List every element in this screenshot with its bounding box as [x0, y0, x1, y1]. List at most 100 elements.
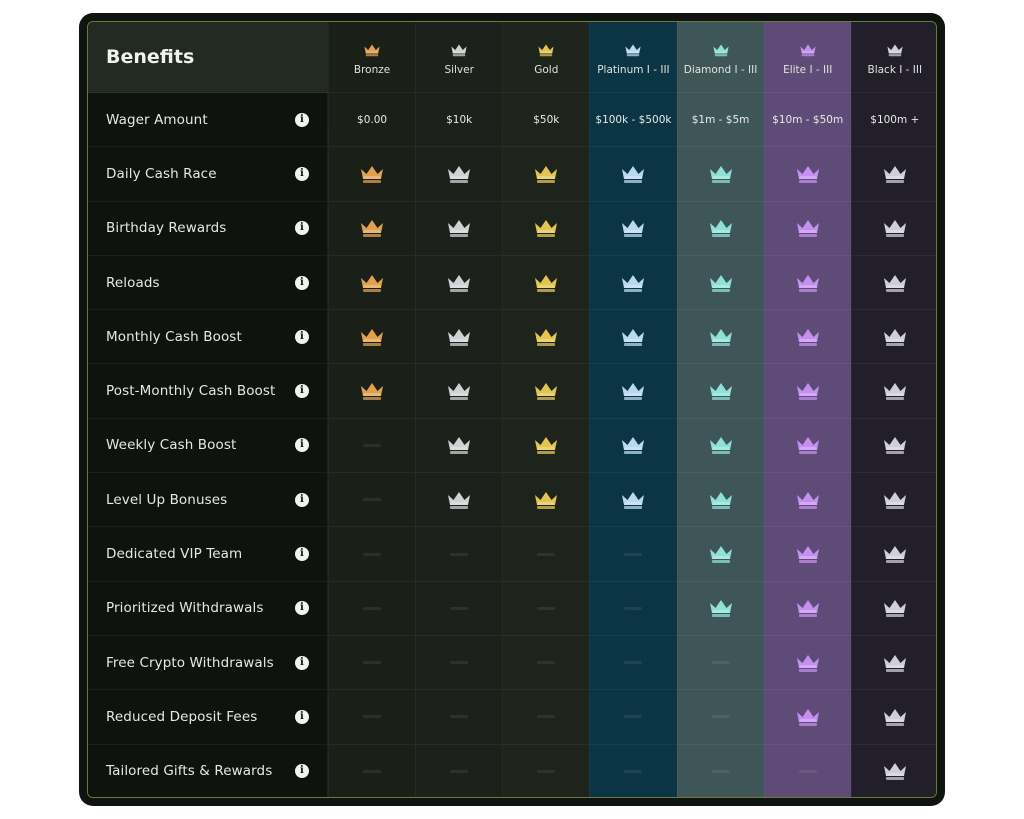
info-icon[interactable]: i — [295, 492, 309, 507]
crown-icon — [883, 546, 906, 564]
crown-icon — [451, 43, 467, 56]
row-label-text: Reloads — [106, 274, 160, 291]
benefit-cell — [589, 310, 677, 365]
crown-icon — [796, 708, 819, 726]
benefit-cell — [328, 418, 416, 474]
info-icon[interactable]: i — [295, 601, 309, 616]
benefit-cell — [850, 364, 936, 419]
dash-icon — [363, 498, 382, 502]
benefit-cell — [676, 147, 764, 202]
vip-benefits-panel: Benefits Bronze Silver Gold Platinum I - II… — [79, 13, 945, 806]
dash-icon — [363, 443, 382, 447]
info-icon[interactable]: i — [295, 275, 309, 290]
benefit-cell — [850, 690, 936, 745]
benefit-cell — [415, 364, 503, 419]
info-icon[interactable]: i — [295, 547, 309, 562]
dash-icon — [450, 661, 469, 665]
row-label-text: Daily Cash Race — [106, 165, 217, 182]
benefit-cell — [676, 581, 764, 636]
info-icon[interactable]: i — [295, 384, 309, 399]
benefit-cell — [328, 255, 416, 311]
crown-icon — [361, 274, 384, 292]
crown-icon — [883, 763, 906, 781]
wager-value: $1m - $5m — [691, 113, 750, 126]
benefit-cell — [850, 473, 936, 528]
crown-icon — [709, 328, 732, 346]
benefit-cell — [328, 581, 416, 636]
tier-header: Diamond I - III — [676, 22, 764, 93]
benefit-cell — [328, 310, 416, 365]
crown-icon — [796, 491, 819, 509]
crown-icon — [625, 43, 642, 56]
info-icon[interactable]: i — [295, 221, 309, 236]
benefit-cell — [502, 527, 590, 582]
benefit-cell — [502, 201, 590, 256]
info-icon[interactable]: i — [295, 655, 309, 670]
info-icon[interactable]: i — [295, 329, 309, 344]
crown-icon — [622, 491, 645, 509]
crown-icon — [709, 165, 732, 183]
benefit-cell — [763, 418, 851, 474]
row-label: Dedicated VIP Team i — [88, 527, 328, 582]
dash-icon — [624, 769, 643, 773]
dash-icon — [450, 552, 469, 556]
crown-icon — [883, 437, 906, 455]
benefit-cell — [502, 147, 590, 202]
benefit-cell — [676, 418, 764, 474]
dash-icon — [711, 715, 730, 719]
vip-benefits-table: Benefits Bronze Silver Gold Platinum I - II… — [87, 21, 937, 798]
row-label-text: Prioritized Withdrawals — [106, 600, 264, 617]
dash-icon — [537, 715, 556, 719]
tier-header: Gold — [502, 22, 590, 93]
benefit-cell — [589, 744, 677, 797]
crown-icon — [796, 274, 819, 292]
crown-icon — [622, 328, 645, 346]
row-label: Daily Cash Race i — [88, 147, 328, 202]
crown-icon — [364, 43, 380, 56]
info-icon[interactable]: i — [295, 764, 309, 779]
benefit-cell — [415, 418, 503, 474]
info-icon[interactable]: i — [295, 112, 309, 127]
benefit-cell — [763, 364, 851, 419]
crown-icon — [709, 491, 732, 509]
benefit-cell — [415, 690, 503, 745]
crown-icon — [448, 165, 471, 183]
benefit-cell — [763, 310, 851, 365]
crown-icon — [887, 43, 903, 56]
benefit-cell — [502, 418, 590, 474]
row-label: Reduced Deposit Fees i — [88, 690, 328, 745]
dash-icon — [363, 552, 382, 556]
benefit-cell — [502, 581, 590, 636]
crown-icon — [535, 165, 558, 183]
crown-icon — [796, 383, 819, 401]
tier-header: Silver — [415, 22, 503, 93]
info-icon[interactable]: i — [295, 709, 309, 724]
benefits-header: Benefits — [88, 22, 328, 93]
crown-icon — [796, 165, 819, 183]
benefit-cell — [589, 364, 677, 419]
dash-icon — [624, 606, 643, 610]
crown-icon — [448, 328, 471, 346]
wager-cell: $100m + — [850, 93, 936, 148]
crown-icon — [709, 600, 732, 618]
tier-name: Diamond I - III — [683, 63, 758, 76]
crown-icon — [622, 437, 645, 455]
benefit-cell — [328, 473, 416, 528]
tier-name: Black I - III — [867, 63, 923, 76]
benefit-cell — [502, 310, 590, 365]
benefit-cell — [589, 418, 677, 474]
info-icon[interactable]: i — [295, 166, 309, 181]
row-label: Reloads i — [88, 255, 328, 311]
benefit-cell — [415, 201, 503, 256]
row-label: Monthly Cash Boost i — [88, 310, 328, 365]
tier-name: Bronze — [353, 63, 391, 76]
crown-icon — [361, 383, 384, 401]
benefit-cell — [676, 364, 764, 419]
benefit-cell — [763, 527, 851, 582]
benefit-cell — [850, 527, 936, 582]
row-label: Birthday Rewards i — [88, 201, 328, 256]
info-icon[interactable]: i — [295, 438, 309, 453]
crown-icon — [622, 220, 645, 238]
benefit-cell — [676, 310, 764, 365]
crown-icon — [883, 708, 906, 726]
